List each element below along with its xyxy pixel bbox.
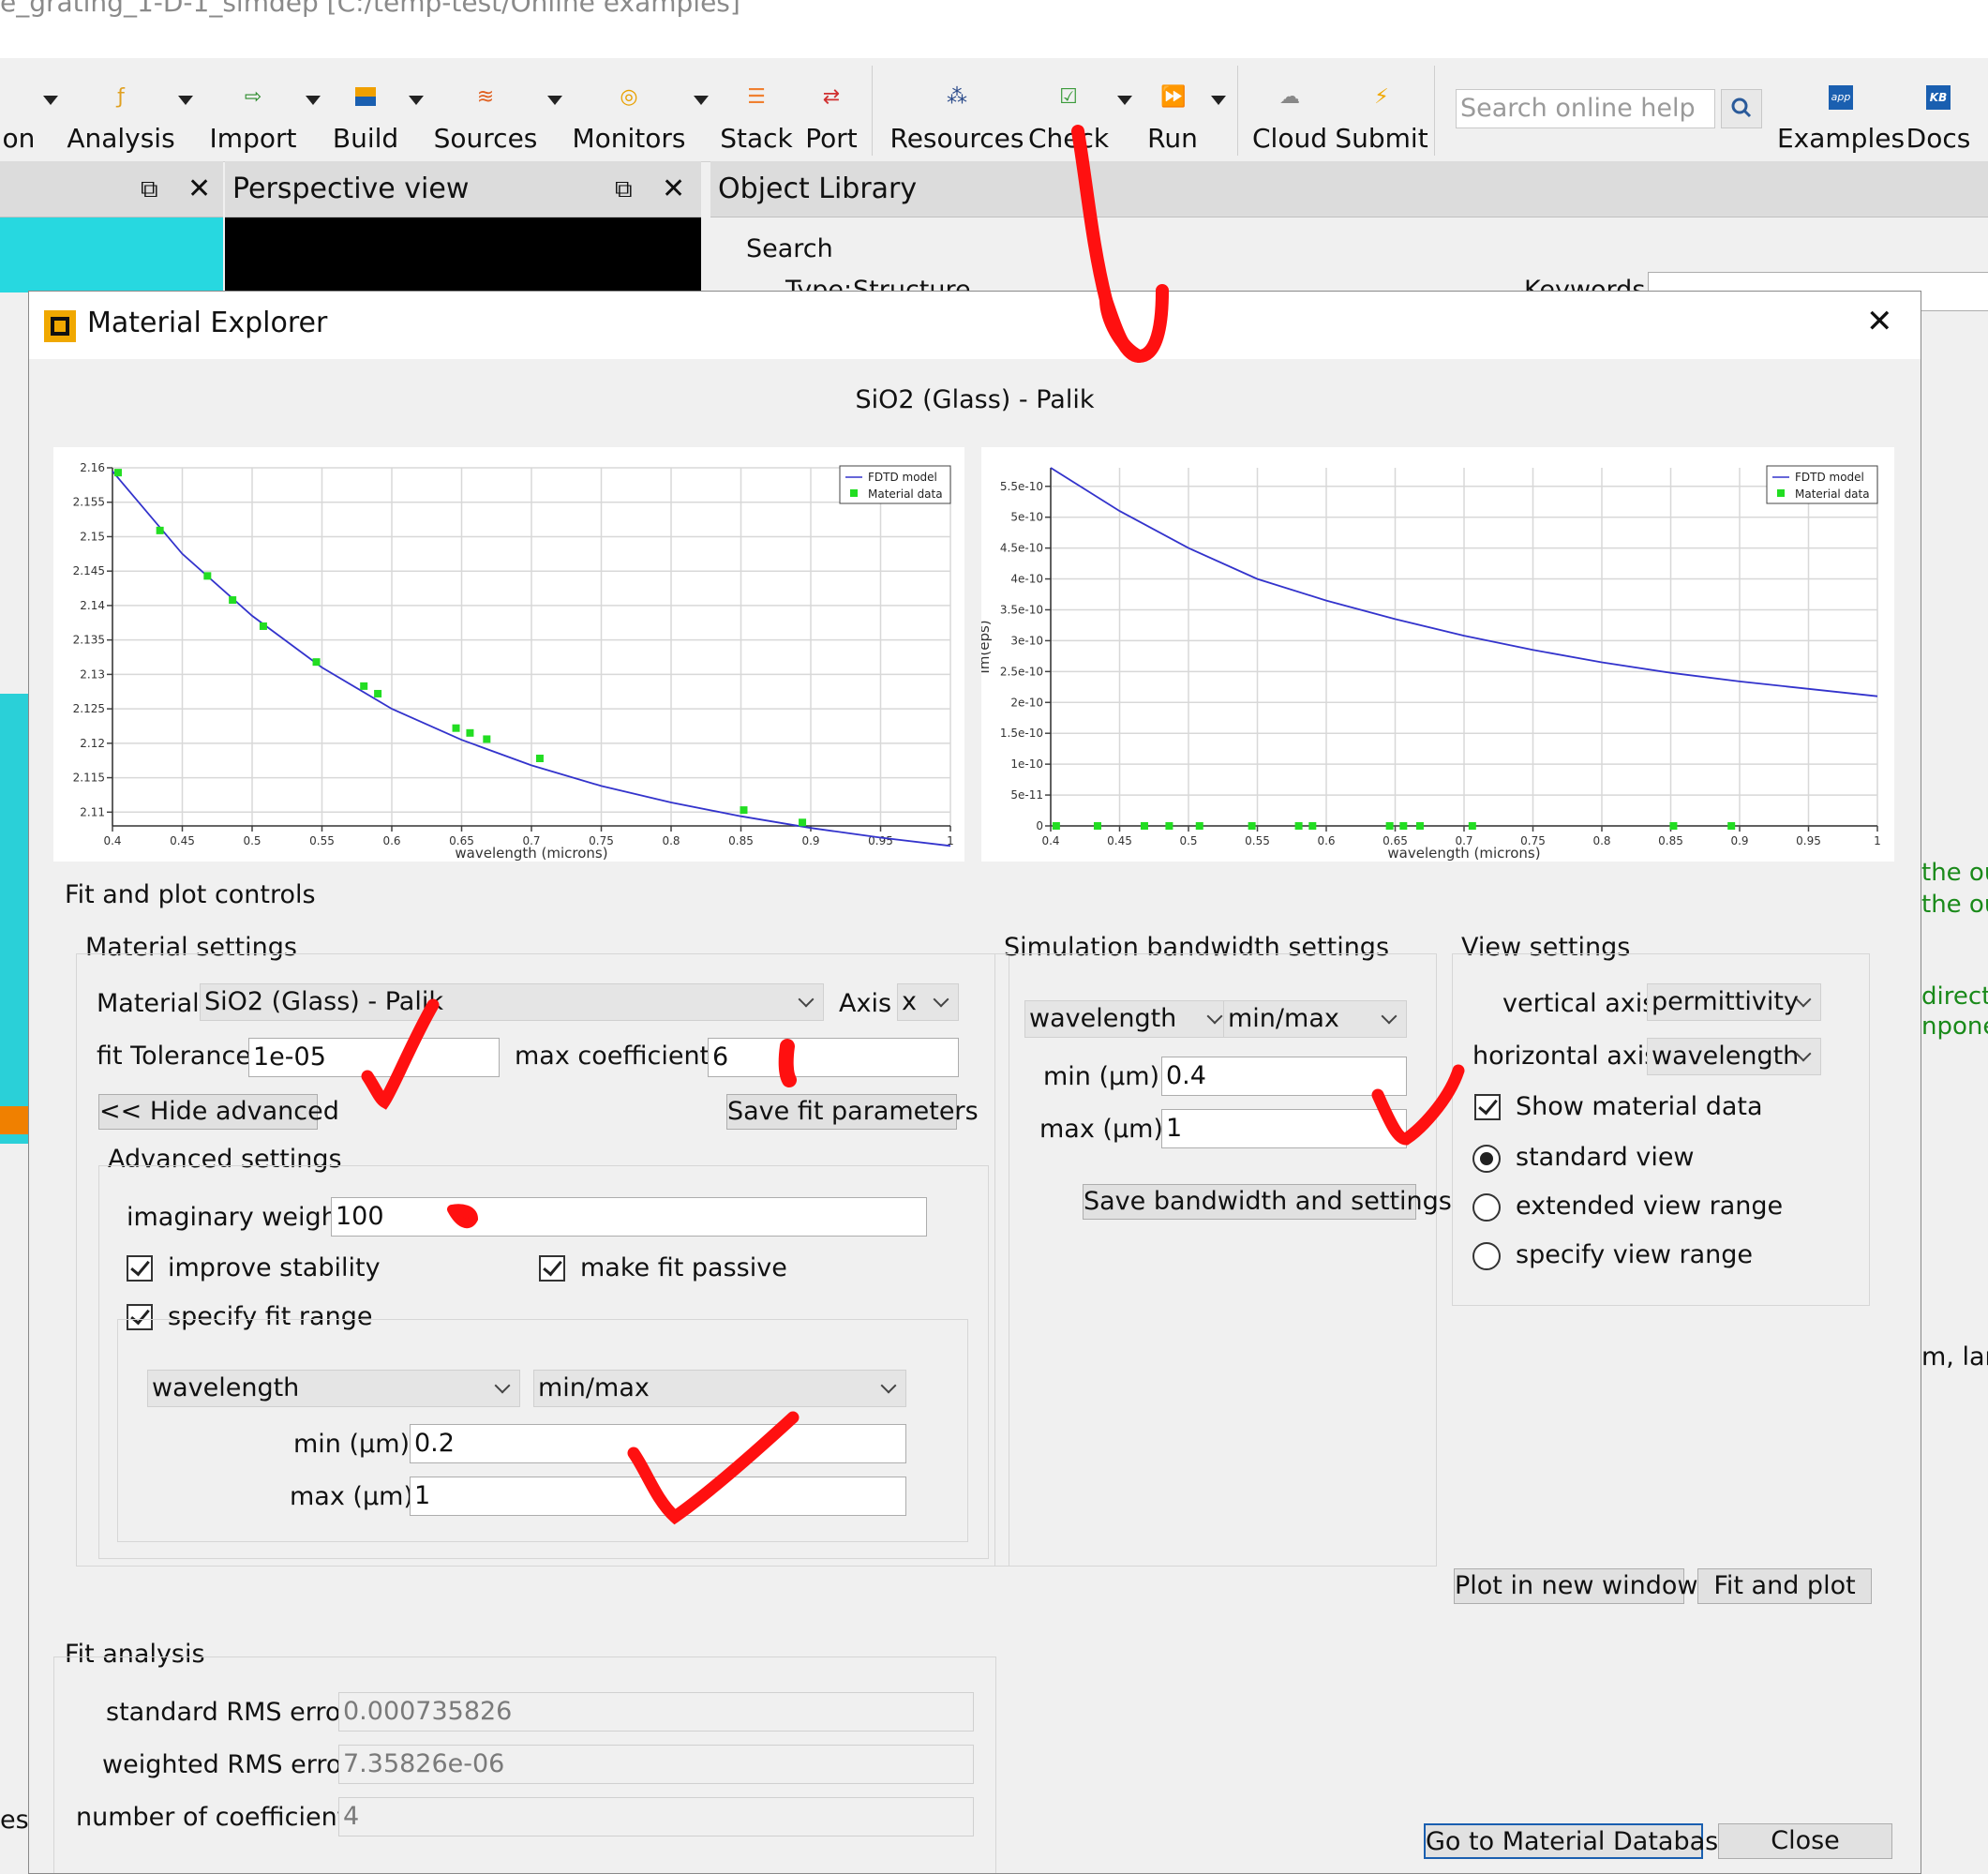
annotation-arrow	[1071, 125, 1169, 364]
annotation-check	[1371, 1064, 1465, 1146]
annotation-check	[361, 998, 440, 1110]
annotation-mark	[778, 1039, 797, 1087]
annotation-check	[627, 1411, 800, 1525]
annotation-mark	[447, 1204, 479, 1229]
annotation-layer	[361, 125, 1465, 1525]
